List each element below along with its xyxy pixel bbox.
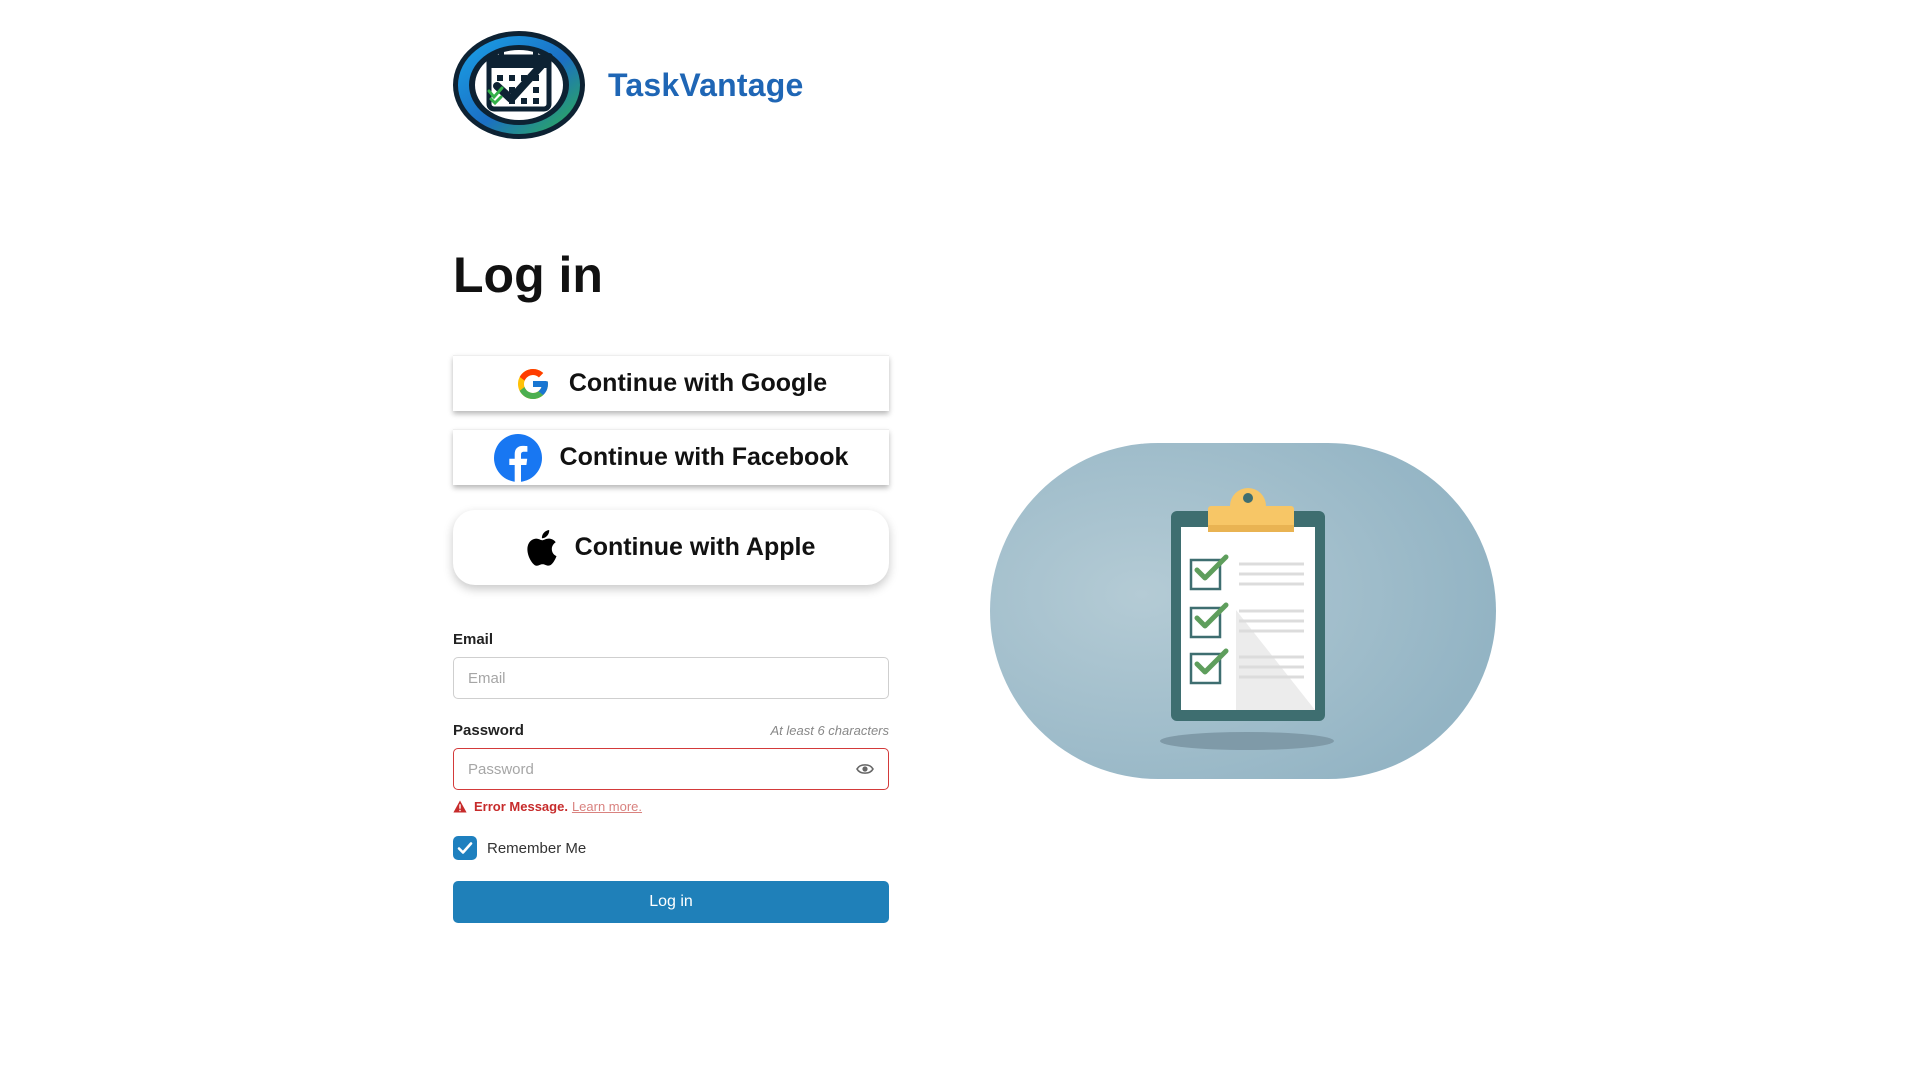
google-button-label: Continue with Google	[568, 369, 828, 397]
password-label: Password	[453, 722, 524, 739]
continue-with-apple-button[interactable]: Continue with Apple	[453, 510, 889, 585]
remember-me: Remember Me	[453, 836, 586, 860]
email-label: Email	[453, 631, 494, 648]
password-hint: At least 6 characters	[770, 723, 890, 738]
error-message: Error Message.	[474, 799, 568, 814]
apple-button-label: Continue with Apple	[574, 533, 816, 561]
brand-name: TaskVantage	[608, 66, 804, 103]
email-input[interactable]	[453, 657, 889, 699]
taskvantage-logo-icon	[453, 31, 585, 139]
eye-icon[interactable]	[856, 762, 874, 776]
warning-icon	[453, 800, 467, 813]
learn-more-link[interactable]: Learn more.	[572, 799, 642, 814]
brand-header: TaskVantage	[453, 31, 803, 139]
remember-me-label: Remember Me	[487, 839, 587, 857]
apple-icon	[527, 529, 557, 566]
facebook-icon	[493, 433, 542, 482]
continue-with-google-button[interactable]: Continue with Google	[453, 355, 889, 411]
password-input[interactable]	[453, 748, 889, 790]
continue-with-facebook-button[interactable]: Continue with Facebook	[453, 429, 889, 485]
clipboard-checklist-illustration	[990, 443, 1496, 779]
remember-me-checkbox[interactable]	[453, 836, 477, 860]
google-icon	[515, 366, 551, 402]
facebook-button-label: Continue with Facebook	[559, 443, 849, 471]
login-button[interactable]: Log in	[453, 881, 889, 923]
password-error: Error Message. Learn more.	[453, 799, 642, 814]
check-icon	[457, 842, 473, 854]
page-title: Log in	[453, 247, 603, 303]
